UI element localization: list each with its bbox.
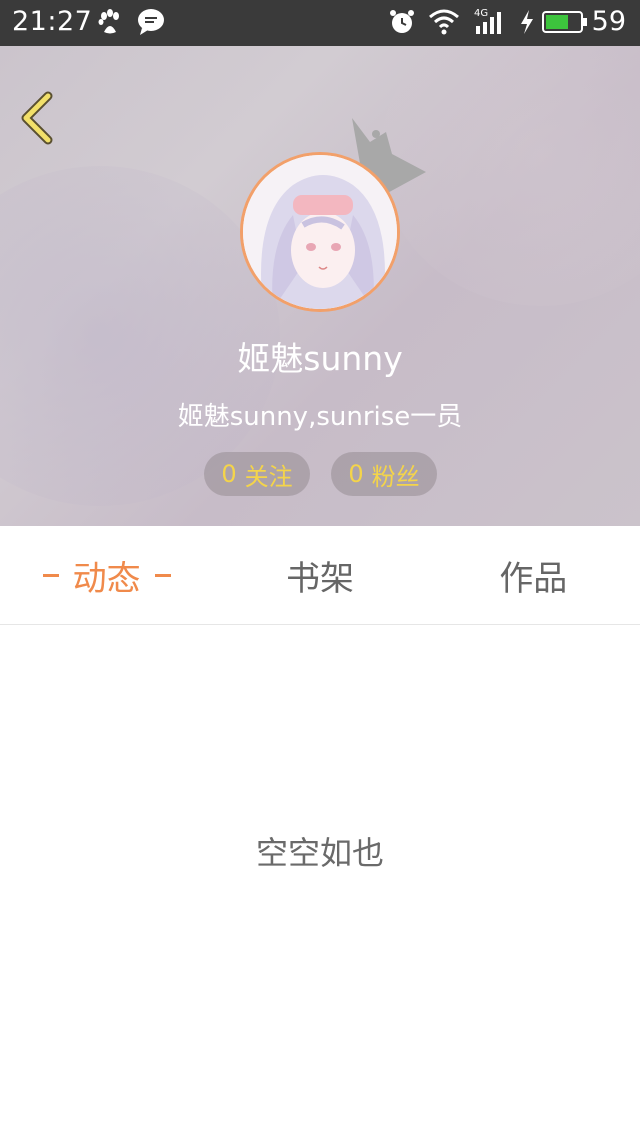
profile-header: 姬魅sunny 姬魅sunny,sunrise一员 0 关注 0 粉丝 bbox=[0, 46, 640, 526]
following-count: 0 bbox=[221, 460, 237, 488]
status-bar: 21:27 4G 59 bbox=[0, 0, 640, 46]
chevron-left-icon[interactable] bbox=[14, 90, 64, 146]
alarm-icon bbox=[390, 10, 414, 33]
avatar[interactable] bbox=[240, 152, 400, 312]
active-tab-dash bbox=[42, 573, 59, 577]
tab-bookshelf[interactable]: 书架 bbox=[213, 526, 426, 624]
active-tab-dash bbox=[154, 573, 171, 577]
username: 姬魅sunny bbox=[237, 339, 403, 378]
tab-label: 作品 bbox=[499, 558, 568, 599]
signal-icon bbox=[476, 12, 501, 34]
empty-state-text: 空空如也 bbox=[255, 834, 384, 872]
tab-activity[interactable]: 动态 bbox=[0, 526, 213, 624]
tab-label: 动态 bbox=[72, 558, 141, 599]
following-label: 关注 bbox=[244, 462, 293, 491]
tab-label: 书架 bbox=[285, 558, 354, 599]
profile-tabs: 动态 书架 作品 bbox=[0, 526, 640, 625]
tab-works[interactable]: 作品 bbox=[427, 526, 640, 624]
message-bubble-icon bbox=[138, 9, 164, 35]
fans-count: 0 bbox=[348, 460, 364, 488]
baidu-paw-icon bbox=[98, 9, 119, 34]
status-time: 21:27 bbox=[12, 6, 93, 37]
battery-icon bbox=[542, 11, 587, 33]
fans-label: 粉丝 bbox=[371, 462, 420, 491]
following-button[interactable]: 0 关注 bbox=[204, 452, 310, 496]
avatar-image bbox=[240, 152, 400, 312]
charging-bolt-icon bbox=[521, 10, 533, 34]
fans-button[interactable]: 0 粉丝 bbox=[331, 452, 437, 496]
user-bio: 姬魅sunny,sunrise一员 bbox=[177, 402, 463, 432]
wifi-icon bbox=[429, 9, 459, 35]
battery-percent: 59 bbox=[591, 6, 626, 37]
